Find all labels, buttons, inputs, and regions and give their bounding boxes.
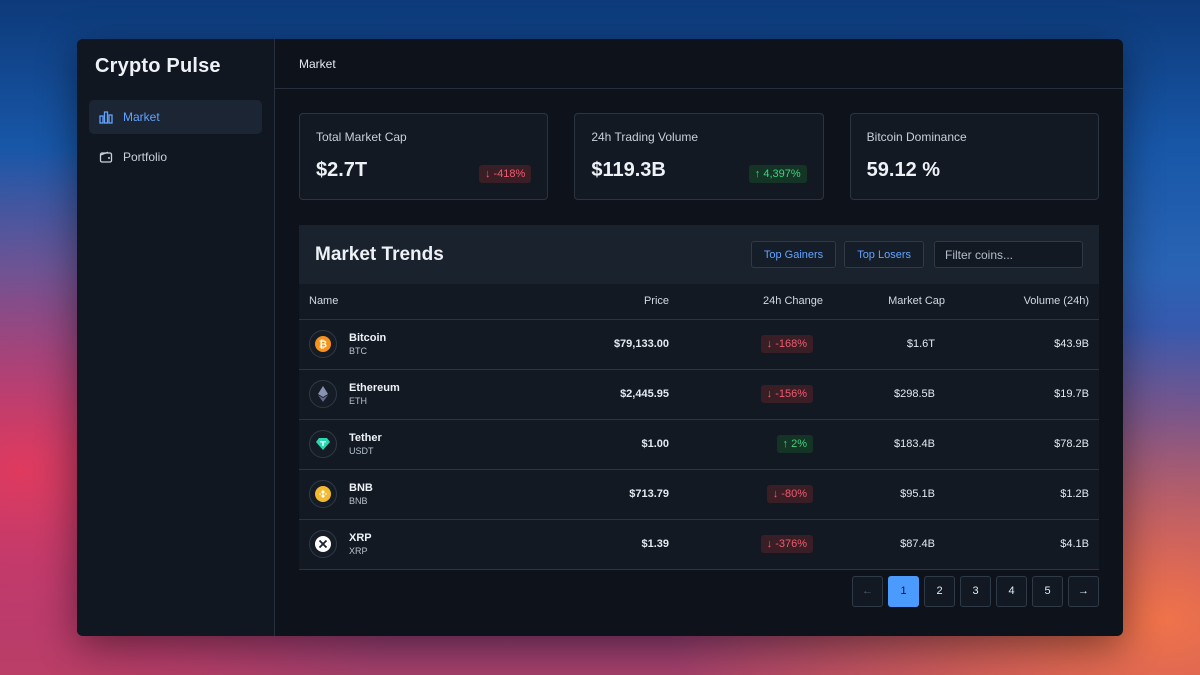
coin-price: $1.00: [519, 419, 669, 470]
coin-symbol: BTC: [349, 346, 367, 356]
market-cap: $87.4B: [823, 519, 945, 570]
svg-text:₿: ₿: [319, 339, 327, 351]
xrp-icon: [309, 530, 337, 558]
volume: $78.2B: [945, 419, 1099, 470]
app-window: Crypto Pulse Market Portfolio Market Tot…: [77, 39, 1123, 636]
sidebar-item-portfolio[interactable]: Portfolio: [89, 140, 262, 174]
coin-symbol: USDT: [349, 446, 374, 456]
bnb-icon: [309, 480, 337, 508]
table-row[interactable]: XRP XRP $1.39 ↓ -376% $87.4B $4.1B: [299, 519, 1099, 570]
table-row[interactable]: Tether USDT $1.00 ↑ 2% $183.4B $78.2B: [299, 419, 1099, 470]
wallet-icon: [99, 151, 113, 163]
coin-price: $79,133.00: [519, 319, 669, 370]
volume: $19.7B: [945, 369, 1099, 420]
coin-name: XRP: [349, 532, 372, 544]
sidebar-item-market[interactable]: Market: [89, 100, 262, 134]
trends-title: Market Trends: [315, 243, 444, 265]
change-badge: ↓ -80%: [766, 485, 813, 503]
app-logo: Crypto Pulse: [95, 55, 221, 77]
coin-price: $713.79: [519, 469, 669, 520]
stats-row: Total Market Cap $2.7T ↓ -418% 24h Tradi…: [299, 113, 1099, 200]
col-market-cap[interactable]: Market Cap: [823, 284, 945, 320]
col-change[interactable]: 24h Change: [669, 284, 823, 320]
coin-price: $1.39: [519, 519, 669, 570]
market-cap: $298.5B: [823, 369, 945, 420]
page-button-5[interactable]: 5: [1032, 575, 1063, 607]
stat-label: 24h Trading Volume: [591, 130, 699, 144]
coin-symbol: BNB: [349, 496, 368, 506]
stat-card-volume: 24h Trading Volume $119.3B ↑ 4,397%: [574, 113, 824, 200]
col-name[interactable]: Name: [299, 284, 519, 320]
market-cap: $183.4B: [823, 419, 945, 470]
pagination: ← 1 2 3 4 5 →: [299, 575, 1099, 607]
change-badge: ↓ -418%: [478, 165, 532, 183]
volume: $43.9B: [945, 319, 1099, 370]
change-badge: ↑ 2%: [776, 435, 813, 453]
table-row[interactable]: BNB BNB $713.79 ↓ -80% $95.1B $1.2B: [299, 469, 1099, 520]
table-row[interactable]: Ethereum ETH $2,445.95 ↓ -156% $298.5B $1…: [299, 369, 1099, 420]
table-row[interactable]: ₿ Bitcoin BTC $79,133.00 ↓ -168% $1.6T $43…: [299, 319, 1099, 370]
sidebar-item-label: Market: [123, 110, 160, 124]
prev-page-button[interactable]: ←: [852, 575, 883, 607]
coin-symbol: XRP: [349, 546, 368, 556]
top-losers-button[interactable]: Top Losers: [844, 241, 924, 268]
coin-name: Ethereum: [349, 382, 400, 394]
page-button-1[interactable]: 1: [888, 575, 919, 607]
coin-name: Tether: [349, 432, 382, 444]
page-button-2[interactable]: 2: [924, 575, 955, 607]
market-trends-panel: Market Trends Top Gainers Top Losers Nam…: [299, 225, 1099, 570]
change-badge: ↓ -168%: [760, 335, 813, 353]
next-page-button[interactable]: →: [1068, 575, 1099, 607]
col-volume[interactable]: Volume (24h): [945, 284, 1099, 320]
stat-label: Total Market Cap: [316, 130, 407, 144]
col-price[interactable]: Price: [519, 284, 669, 320]
stat-value: 59.12 %: [866, 159, 941, 181]
change-badge: ↓ -156%: [760, 385, 813, 403]
coin-symbol: ETH: [349, 396, 367, 406]
page-title: Market: [299, 56, 336, 71]
trends-header: Market Trends Top Gainers Top Losers: [299, 225, 1099, 284]
market-cap: $1.6T: [823, 319, 945, 370]
coin-price: $2,445.95: [519, 369, 669, 420]
top-bar: Market: [275, 39, 1123, 89]
filter-coins-input[interactable]: [934, 241, 1083, 268]
page-button-4[interactable]: 4: [996, 575, 1027, 607]
coins-table: Name Price 24h Change Market Cap Volume …: [299, 284, 1099, 570]
top-gainers-button[interactable]: Top Gainers: [750, 241, 837, 268]
sidebar-item-label: Portfolio: [123, 150, 168, 164]
stat-card-market-cap: Total Market Cap $2.7T ↓ -418%: [299, 113, 549, 200]
coin-name: Bitcoin: [349, 332, 387, 344]
tether-icon: [309, 430, 337, 458]
volume: $4.1B: [945, 519, 1099, 570]
stat-label: Bitcoin Dominance: [866, 130, 967, 144]
volume: $1.2B: [945, 469, 1099, 520]
table-header-row: Name Price 24h Change Market Cap Volume …: [299, 284, 1099, 320]
coin-name: BNB: [349, 482, 373, 494]
bar-chart-icon: [99, 111, 113, 124]
change-badge: ↑ 4,397%: [748, 165, 807, 183]
main-area: Market Total Market Cap $2.7T ↓ -418% 24…: [275, 39, 1123, 636]
change-badge: ↓ -376%: [760, 535, 813, 553]
stat-card-dominance: Bitcoin Dominance 59.12 %: [849, 113, 1099, 200]
bitcoin-icon: ₿: [309, 330, 337, 358]
market-cap: $95.1B: [823, 469, 945, 520]
ethereum-icon: [309, 380, 337, 408]
page-button-3[interactable]: 3: [960, 575, 991, 607]
sidebar: Crypto Pulse Market Portfolio: [77, 39, 275, 636]
content: Total Market Cap $2.7T ↓ -418% 24h Tradi…: [275, 89, 1123, 607]
